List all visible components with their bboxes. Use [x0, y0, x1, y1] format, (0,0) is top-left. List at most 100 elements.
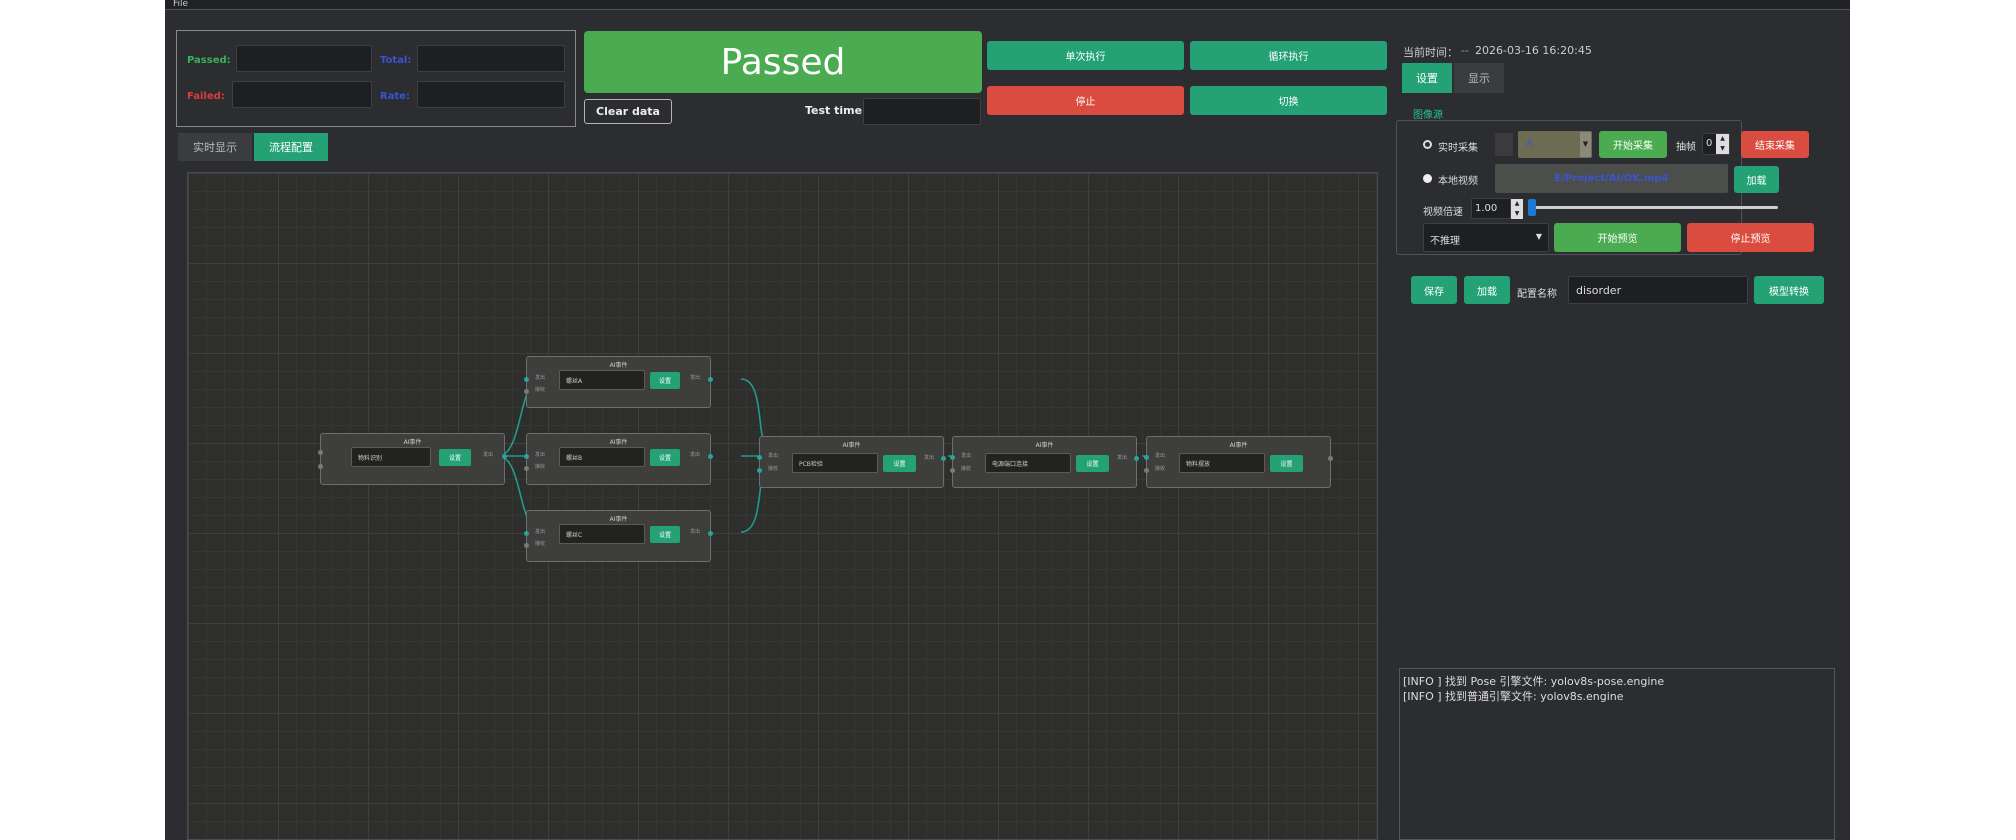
test-time-field	[863, 98, 981, 125]
flow-node-pcb-inspection[interactable]: AI事件 发出 接收 PCB检验 设置 发出	[757, 436, 946, 488]
model-convert-button[interactable]: 模型转换	[1754, 276, 1824, 304]
config-name-input[interactable]: disorder	[1568, 276, 1748, 304]
input-port-icon[interactable]	[950, 455, 955, 460]
load-config-button[interactable]: 加载	[1464, 276, 1510, 304]
input-port-icon[interactable]	[524, 454, 529, 459]
output-port-icon[interactable]	[502, 454, 507, 459]
output-port-icon[interactable]	[708, 377, 713, 382]
node-field: 螺丝B	[559, 447, 645, 467]
input-port-label: 发出	[1155, 453, 1166, 459]
log-line: [INFO ] 找到 Pose 引擎文件: yolov8s-pose.engin…	[1403, 675, 1665, 688]
node-settings-button[interactable]: 设置	[650, 449, 680, 466]
output-port-label: 发出	[690, 452, 701, 458]
switch-button[interactable]: 切换	[1190, 86, 1387, 115]
flow-node-screw-c[interactable]: AI事件 发出 接收 螺丝C 设置 发出	[524, 510, 713, 562]
input-port-label: 发出	[535, 452, 546, 458]
output-port-icon[interactable]	[708, 531, 713, 536]
input-port-icon	[318, 464, 323, 469]
video-speed-slider-track[interactable]	[1528, 206, 1778, 209]
input-port-icon	[524, 389, 529, 394]
input-port-icon[interactable]	[1144, 455, 1149, 460]
inference-mode-select[interactable]: 不推理 ▼	[1423, 223, 1549, 252]
input-port-icon	[950, 468, 955, 473]
input-port-label: 发出	[535, 529, 546, 535]
node-title: AI事件	[609, 362, 628, 369]
stop-button[interactable]: 停止	[987, 86, 1184, 115]
output-port-icon[interactable]	[941, 456, 946, 461]
node-settings-button[interactable]: 设置	[439, 449, 471, 466]
menu-bar: File	[165, 0, 1850, 10]
flow-canvas[interactable]: AI事件 物料识别 设置 发出 AI事件 发出 接收 螺丝A 设置 发出 AI事…	[187, 172, 1378, 840]
load-video-button[interactable]: 加载	[1734, 166, 1779, 193]
flow-node-material-placement[interactable]: AI事件 发出 接收 物料摆放 设置	[1144, 436, 1333, 488]
flow-node-material-recognition[interactable]: AI事件 物料识别 设置 发出	[318, 433, 507, 485]
tab-settings[interactable]: 设置	[1402, 63, 1452, 93]
node-title: AI事件	[609, 439, 628, 446]
log-panel[interactable]: [INFO ] 找到 Pose 引擎文件: yolov8s-pose.engin…	[1399, 668, 1835, 840]
current-time-label: 当前时间：	[1403, 46, 1458, 59]
node-title: AI事件	[403, 439, 422, 446]
save-config-button[interactable]: 保存	[1411, 276, 1457, 304]
node-title: AI事件	[1035, 442, 1054, 449]
test-time-label: Test time:	[805, 104, 867, 117]
stop-preview-button[interactable]: 停止预览	[1687, 223, 1814, 252]
menu-file[interactable]: File	[173, 0, 188, 9]
total-count-field	[417, 45, 565, 72]
single-run-button[interactable]: 单次执行	[987, 41, 1184, 70]
flow-node-screw-a[interactable]: AI事件 发出 接收 螺丝A 设置 发出	[524, 356, 713, 408]
failed-count-field	[232, 81, 372, 108]
input-port-label: 接收	[961, 466, 972, 472]
clear-data-button[interactable]: Clear data	[584, 99, 672, 124]
flow-node-power-port[interactable]: AI事件 发出 接收 电源端口连接 设置 发出	[950, 436, 1139, 488]
input-port-icon	[524, 543, 529, 548]
output-port-label: 发出	[924, 455, 935, 461]
node-settings-button[interactable]: 设置	[1076, 455, 1109, 472]
video-speed-input[interactable]: 1.00	[1471, 198, 1511, 219]
input-port-icon[interactable]	[524, 377, 529, 382]
start-preview-button[interactable]: 开始预览	[1554, 223, 1681, 252]
video-speed-label: 视频倍速	[1423, 207, 1463, 218]
app-window: File Passed: Total: Failed: Rate: Passed…	[165, 0, 1850, 840]
input-port-label: 接收	[535, 387, 546, 393]
input-port-icon[interactable]	[524, 531, 529, 536]
output-port-label: 发出	[690, 375, 701, 381]
passed-count-field	[236, 45, 372, 72]
output-port-icon[interactable]	[708, 454, 713, 459]
frame-skip-label: 抽帧	[1676, 142, 1696, 153]
input-port-icon	[1144, 468, 1149, 473]
tab-flow-config[interactable]: 流程配置	[254, 133, 328, 161]
input-port-label: 发出	[961, 453, 972, 459]
node-settings-button[interactable]: 设置	[1270, 455, 1303, 472]
radio-live-capture[interactable]	[1423, 140, 1432, 149]
radio-local-video[interactable]	[1423, 174, 1432, 183]
output-port-icon[interactable]	[1134, 456, 1139, 461]
node-settings-button[interactable]: 设置	[650, 372, 680, 389]
camera-select[interactable]: A ▼	[1518, 131, 1592, 158]
node-field: 物料识别	[351, 447, 431, 467]
video-path-field[interactable]: E/Project/AI/OK.mp4	[1495, 164, 1728, 193]
output-port-label: 发出	[483, 452, 494, 458]
input-port-icon[interactable]	[757, 468, 762, 473]
video-speed-slider-handle[interactable]	[1528, 199, 1536, 216]
video-speed-stepper[interactable]: ▲ ▼	[1511, 199, 1523, 219]
failed-label: Failed:	[187, 91, 225, 102]
start-capture-button[interactable]: 开始采集	[1599, 131, 1667, 158]
node-settings-button[interactable]: 设置	[650, 526, 680, 543]
node-settings-button[interactable]: 设置	[883, 455, 916, 472]
frame-skip-stepper[interactable]: ▲ ▼	[1716, 134, 1729, 154]
input-port-icon	[318, 450, 323, 455]
output-port-label: 发出	[1117, 455, 1128, 461]
node-field: PCB检验	[792, 453, 878, 473]
config-name-label: 配置名称	[1517, 289, 1557, 300]
loop-run-button[interactable]: 循环执行	[1190, 41, 1387, 70]
current-time-value: 2026-03-16 16:20:45	[1475, 44, 1592, 57]
stats-panel: Passed: Total: Failed: Rate:	[176, 30, 576, 127]
input-port-label: 发出	[768, 453, 779, 459]
tab-display[interactable]: 显示	[1454, 63, 1504, 93]
input-port-icon[interactable]	[757, 455, 762, 460]
flow-node-screw-b[interactable]: AI事件 发出 接收 螺丝B 设置 发出	[524, 433, 713, 485]
input-port-label: 接收	[535, 464, 546, 470]
end-capture-button[interactable]: 结束采集	[1741, 131, 1809, 158]
input-port-icon	[524, 466, 529, 471]
tab-realtime[interactable]: 实时显示	[178, 133, 252, 161]
